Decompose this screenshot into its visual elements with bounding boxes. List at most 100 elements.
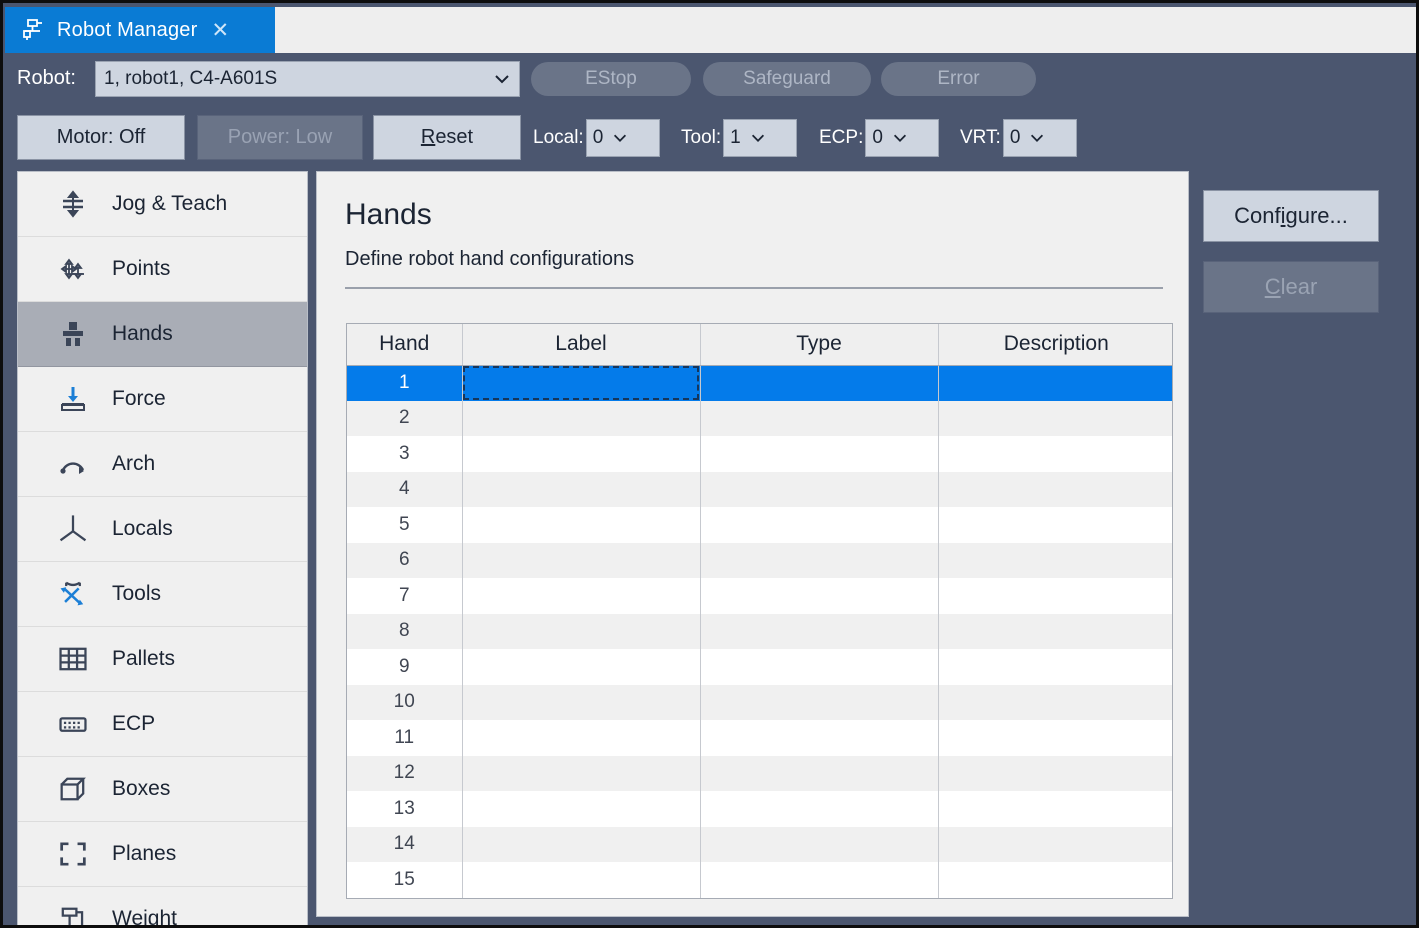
table-cell-hand[interactable]: 6 — [347, 543, 462, 579]
table-cell-label[interactable] — [462, 649, 700, 685]
sidebar-item-jog-teach[interactable]: Jog & Teach — [18, 172, 307, 237]
table-cell-label[interactable] — [462, 685, 700, 721]
ecp-select[interactable]: 0 — [865, 119, 939, 157]
table-row[interactable]: 2 — [347, 401, 1173, 437]
table-cell-label[interactable] — [462, 365, 700, 401]
table-cell-label[interactable] — [462, 827, 700, 863]
table-row[interactable]: 11 — [347, 720, 1173, 756]
table-row[interactable]: 5 — [347, 507, 1173, 543]
sidebar-item-arch[interactable]: Arch — [18, 432, 307, 497]
table-cell-type[interactable] — [700, 507, 938, 543]
robot-select[interactable]: 1, robot1, C4-A601S — [95, 61, 520, 97]
table-cell-hand[interactable]: 10 — [347, 685, 462, 721]
table-cell-hand[interactable]: 3 — [347, 436, 462, 472]
table-cell-description[interactable] — [938, 578, 1173, 614]
reset-button[interactable]: Reset — [373, 115, 521, 160]
table-cell-description[interactable] — [938, 507, 1173, 543]
table-cell-hand[interactable]: 1 — [347, 365, 462, 401]
table-cell-hand[interactable]: 4 — [347, 472, 462, 508]
table-row[interactable]: 9 — [347, 649, 1173, 685]
table-cell-description[interactable] — [938, 827, 1173, 863]
table-cell-type[interactable] — [700, 827, 938, 863]
vrt-select[interactable]: 0 — [1003, 119, 1077, 157]
table-cell-type[interactable] — [700, 472, 938, 508]
table-cell-label[interactable] — [462, 507, 700, 543]
table-cell-description[interactable] — [938, 614, 1173, 650]
sidebar-item-hands[interactable]: Hands — [18, 302, 307, 367]
tab-robot-manager[interactable]: Robot Manager ✕ — [5, 7, 275, 53]
sidebar-item-points[interactable]: Points — [18, 237, 307, 302]
table-cell-type[interactable] — [700, 685, 938, 721]
table-cell-description[interactable] — [938, 862, 1173, 898]
table-cell-type[interactable] — [700, 862, 938, 898]
sidebar-item-planes[interactable]: Planes — [18, 822, 307, 887]
table-cell-type[interactable] — [700, 756, 938, 792]
sidebar-item-tools[interactable]: Tools — [18, 562, 307, 627]
column-header-description[interactable]: Description — [938, 324, 1173, 365]
column-header-type[interactable]: Type — [700, 324, 938, 365]
table-cell-description[interactable] — [938, 649, 1173, 685]
table-cell-description[interactable] — [938, 365, 1173, 401]
table-row[interactable]: 8 — [347, 614, 1173, 650]
table-cell-label[interactable] — [462, 578, 700, 614]
table-cell-type[interactable] — [700, 614, 938, 650]
table-cell-description[interactable] — [938, 401, 1173, 437]
table-cell-hand[interactable]: 12 — [347, 756, 462, 792]
table-row[interactable]: 14 — [347, 827, 1173, 863]
local-select[interactable]: 0 — [586, 119, 660, 157]
table-row[interactable]: 13 — [347, 791, 1173, 827]
sidebar-item-boxes[interactable]: Boxes — [18, 757, 307, 822]
table-cell-hand[interactable]: 15 — [347, 862, 462, 898]
table-row[interactable]: 12 — [347, 756, 1173, 792]
motor-toggle-button[interactable]: Motor: Off — [17, 115, 185, 160]
table-row[interactable]: 7 — [347, 578, 1173, 614]
table-cell-label[interactable] — [462, 614, 700, 650]
table-cell-type[interactable] — [700, 543, 938, 579]
table-row[interactable]: 10 — [347, 685, 1173, 721]
table-cell-description[interactable] — [938, 472, 1173, 508]
table-cell-label[interactable] — [462, 862, 700, 898]
table-cell-type[interactable] — [700, 720, 938, 756]
table-cell-description[interactable] — [938, 791, 1173, 827]
sidebar-item-force[interactable]: Force — [18, 367, 307, 432]
table-row[interactable]: 15 — [347, 862, 1173, 898]
table-cell-hand[interactable]: 11 — [347, 720, 462, 756]
table-cell-label[interactable] — [462, 401, 700, 437]
table-cell-label[interactable] — [462, 472, 700, 508]
table-cell-description[interactable] — [938, 436, 1173, 472]
table-cell-label[interactable] — [462, 720, 700, 756]
table-cell-hand[interactable]: 14 — [347, 827, 462, 863]
table-cell-hand[interactable]: 13 — [347, 791, 462, 827]
table-cell-description[interactable] — [938, 720, 1173, 756]
configure-button[interactable]: Configure... — [1203, 190, 1379, 242]
table-cell-label[interactable] — [462, 791, 700, 827]
table-cell-hand[interactable]: 5 — [347, 507, 462, 543]
table-row[interactable]: 6 — [347, 543, 1173, 579]
table-cell-hand[interactable]: 7 — [347, 578, 462, 614]
table-row[interactable]: 3 — [347, 436, 1173, 472]
table-cell-type[interactable] — [700, 436, 938, 472]
table-cell-label[interactable] — [462, 543, 700, 579]
column-header-hand[interactable]: Hand — [347, 324, 462, 365]
table-cell-hand[interactable]: 2 — [347, 401, 462, 437]
table-cell-type[interactable] — [700, 791, 938, 827]
table-cell-label[interactable] — [462, 756, 700, 792]
table-cell-description[interactable] — [938, 756, 1173, 792]
table-cell-type[interactable] — [700, 365, 938, 401]
table-cell-type[interactable] — [700, 649, 938, 685]
table-row[interactable]: 4 — [347, 472, 1173, 508]
close-icon[interactable]: ✕ — [211, 20, 229, 41]
table-cell-hand[interactable]: 8 — [347, 614, 462, 650]
hands-table-container[interactable]: Hand Label Type Description 123456789101… — [346, 323, 1173, 899]
table-cell-type[interactable] — [700, 401, 938, 437]
tool-select[interactable]: 1 — [723, 119, 797, 157]
table-cell-hand[interactable]: 9 — [347, 649, 462, 685]
table-cell-description[interactable] — [938, 685, 1173, 721]
sidebar-item-pallets[interactable]: Pallets — [18, 627, 307, 692]
sidebar-item-locals[interactable]: Locals — [18, 497, 307, 562]
sidebar-item-ecp[interactable]: ECP — [18, 692, 307, 757]
table-cell-type[interactable] — [700, 578, 938, 614]
column-header-label[interactable]: Label — [462, 324, 700, 365]
sidebar-item-weight[interactable]: Weight — [18, 887, 307, 925]
table-cell-description[interactable] — [938, 543, 1173, 579]
